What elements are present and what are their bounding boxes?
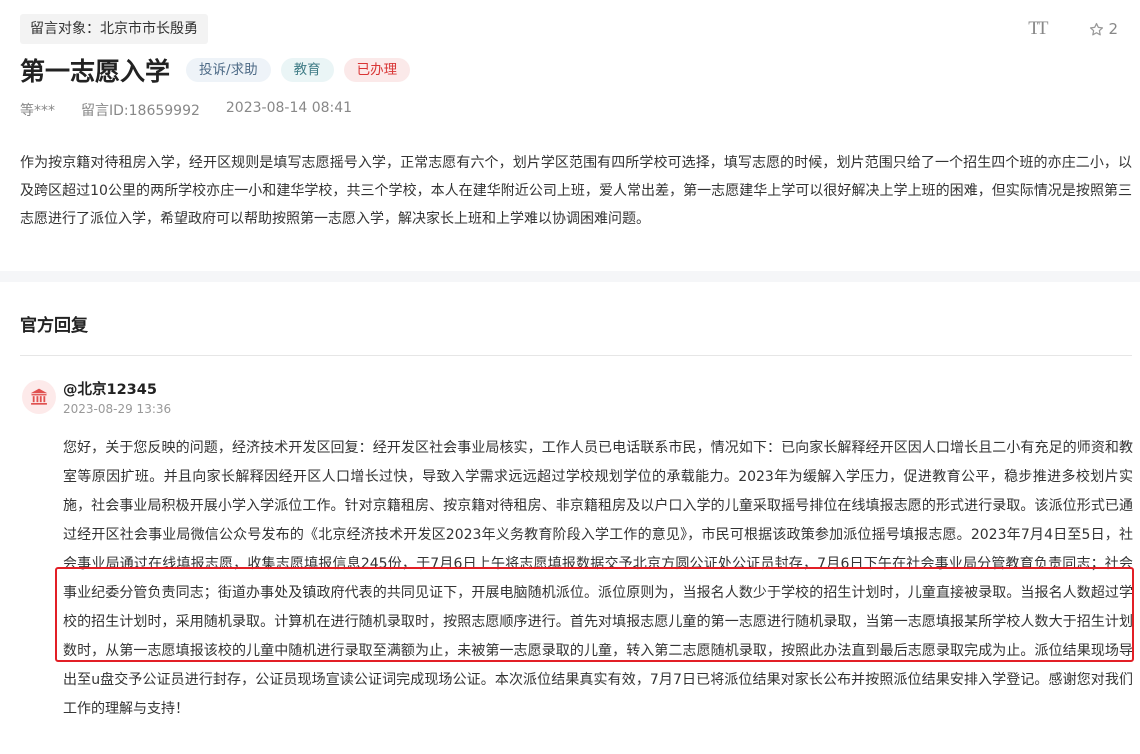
avatar	[22, 380, 56, 414]
message-author: 等***	[20, 103, 55, 119]
reply-body: 您好，关于您反映的问题，经济技术开发区回复：经开发区社会事业局核实，工作人员已电…	[63, 440, 1133, 717]
category-tag: 投诉/求助	[186, 58, 271, 82]
favorite-button[interactable]: 2	[1089, 20, 1118, 38]
favorite-count: 2	[1108, 20, 1118, 38]
topic-tag: 教育	[280, 58, 334, 82]
message-target-label: 留言对象：北京市市长殷勇	[20, 14, 208, 44]
title-row: 第一志愿入学 投诉/求助 教育 已办理	[20, 52, 411, 88]
reply-divider	[20, 355, 1132, 356]
government-building-icon	[30, 388, 48, 405]
reply-date: 2023-08-29 13:36	[63, 402, 172, 416]
message-meta: 等*** 留言ID:18659992 2023-08-14 08:41	[20, 100, 352, 120]
page-title: 第一志愿入学	[20, 57, 171, 86]
message-id: 留言ID:18659992	[81, 103, 200, 119]
status-badge: 已办理	[343, 58, 411, 82]
replier-name: @北京12345	[63, 382, 157, 398]
message-body: 作为按京籍对待租房入学，经开区规则是填写志愿摇号入学，正常志愿有六个，划片学区范…	[20, 155, 1132, 227]
font-size-toggle-button[interactable]: TT	[1028, 18, 1048, 40]
section-divider	[0, 271, 1140, 282]
message-toolbar: TT 2	[1028, 18, 1118, 40]
message-detail-page: 留言对象：北京市市长殷勇 TT 2 第一志愿入学 投诉/求助 教育 已办理 等*…	[0, 0, 1140, 754]
star-icon	[1090, 22, 1104, 35]
message-datetime: 2023-08-14 08:41	[225, 100, 353, 116]
official-reply-heading: 官方回复	[20, 316, 88, 336]
